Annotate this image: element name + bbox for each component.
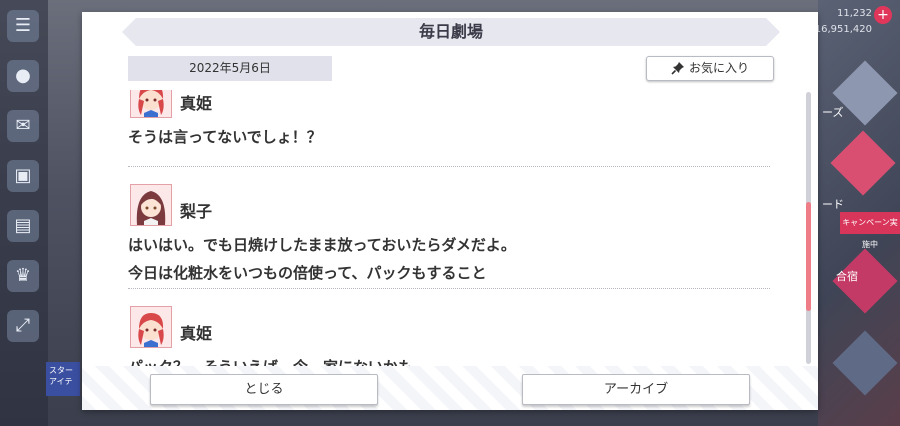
- dialogue-line: そうは言ってないでしょ！？: [128, 128, 322, 146]
- tile-label-2: ード: [822, 198, 844, 211]
- scrollbar[interactable]: [806, 92, 811, 364]
- close-button[interactable]: とじる: [150, 374, 378, 405]
- star-item-tag: スター アイテ: [46, 362, 80, 396]
- divider: [128, 166, 770, 167]
- riko-avatar-icon: [131, 185, 171, 225]
- dialogue-line: はいはい。でも日焼けしたまま放っておいたらダメだよ。: [128, 236, 516, 254]
- speaker-name: 真姫: [180, 94, 213, 113]
- speaker-name: 梨子: [180, 202, 213, 221]
- avatar: [130, 306, 172, 348]
- pin-icon: [671, 62, 684, 75]
- daily-theater-dialog: 毎日劇場 2022年5月6日 お気に入り 真姫 そうは言ってないでしょ！？ 梨子…: [82, 12, 818, 410]
- theater-icon[interactable]: ▤: [7, 210, 39, 242]
- avatar: [130, 184, 172, 226]
- side-menu: ☰ ● ✉ ▣ ▤ ♛ ⤢: [0, 0, 48, 426]
- divider: [128, 288, 770, 289]
- speaker-name: 真姫: [180, 324, 213, 343]
- dialog-content[interactable]: 真姫 そうは言ってないでしょ！？ 梨子 はいはい。でも日焼けしたまま放っておいた…: [128, 90, 772, 366]
- archive-button[interactable]: アーカイブ: [522, 374, 750, 405]
- present-icon[interactable]: ✉: [7, 110, 39, 142]
- avatar: [130, 90, 172, 118]
- add-icon[interactable]: +: [874, 6, 892, 24]
- maki-avatar-icon: [131, 90, 171, 117]
- campaign-banner[interactable]: キャンペーン実施中: [840, 212, 900, 249]
- scrollbar-thumb[interactable]: [806, 202, 811, 311]
- dialogue-line: パック？ そういえば、今、家にないかも……: [128, 356, 443, 366]
- menu-tile[interactable]: [830, 130, 896, 196]
- menu-tile[interactable]: [832, 330, 898, 396]
- favorite-button[interactable]: お気に入り: [646, 56, 774, 81]
- tile-label-3: 合宿: [836, 270, 858, 283]
- dialog-title: 毎日劇場: [418, 22, 483, 41]
- trophy-icon[interactable]: ♛: [7, 260, 39, 292]
- tile-label-1: ーズ: [822, 106, 844, 119]
- fullscreen-icon[interactable]: ⤢: [7, 310, 39, 342]
- date-label: 2022年5月6日: [128, 56, 332, 81]
- menu-icon[interactable]: ☰: [7, 10, 39, 42]
- maki-avatar-icon: [131, 307, 171, 347]
- title-bar: 毎日劇場: [122, 18, 780, 46]
- favorite-label: お気に入り: [688, 61, 749, 75]
- dialogue-line: 今日は化粧水をいつもの倍使って、パックもすること: [128, 264, 487, 282]
- gift-icon[interactable]: ▣: [7, 160, 39, 192]
- chat-icon[interactable]: ●: [7, 60, 39, 92]
